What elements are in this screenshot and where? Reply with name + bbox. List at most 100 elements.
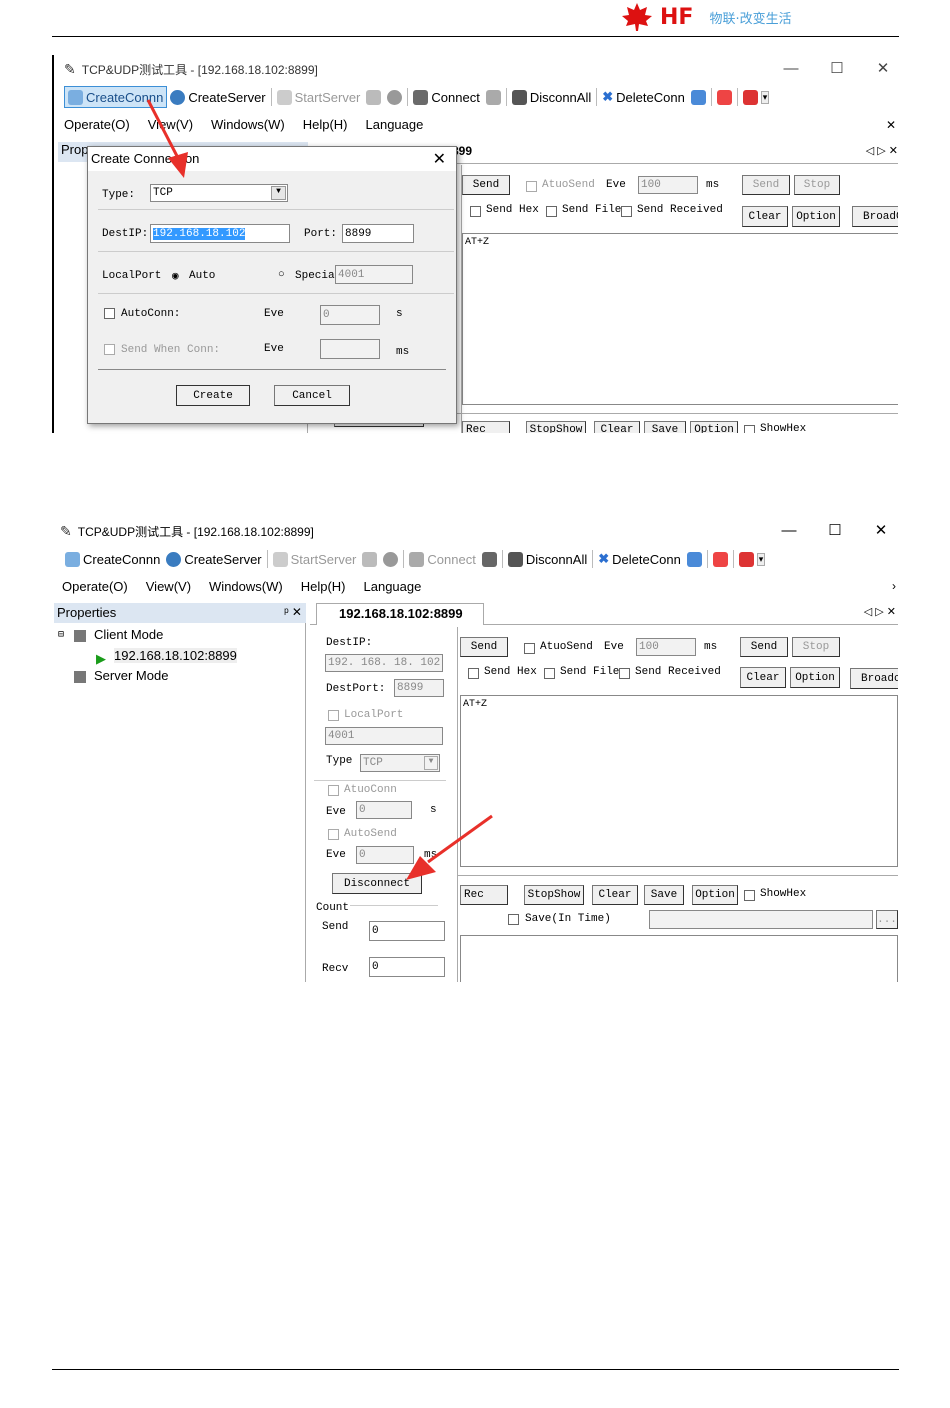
autoconn-eve-input[interactable]: 0 <box>320 305 380 325</box>
stop-server-icon[interactable] <box>366 89 382 105</box>
start-server-button[interactable]: StartServer <box>274 86 364 108</box>
clear-button[interactable]: Clear <box>742 206 788 227</box>
connect-button[interactable]: Connect <box>406 548 478 570</box>
save-button[interactable]: Save <box>644 885 684 905</box>
disconn-all-button[interactable]: DisconnAll <box>509 86 594 108</box>
close-button[interactable]: ✕ <box>860 55 898 83</box>
localport-input[interactable]: 4001 <box>325 727 443 745</box>
destip-input[interactable]: 192.168.18.102 <box>150 224 290 243</box>
stop-server-icon[interactable] <box>362 551 378 567</box>
settings-icon[interactable] <box>690 89 706 105</box>
delete-conn-button[interactable]: ✖ DeleteConn <box>595 548 684 570</box>
clear-rec-button[interactable]: Clear <box>592 885 638 905</box>
autosend-conn-checkbox[interactable] <box>328 829 339 840</box>
send-received-checkbox[interactable] <box>621 206 632 217</box>
power-icon[interactable] <box>712 551 728 567</box>
disconnect-icon[interactable] <box>485 89 501 105</box>
send-hex-checkbox[interactable] <box>468 668 479 679</box>
tab-connection[interactable]: 192.168.18.102:8899 <box>316 603 484 625</box>
exit-icon[interactable] <box>742 89 758 105</box>
auto-radio-icon[interactable]: ◉ <box>172 269 179 283</box>
stopshow-button[interactable]: StopShow <box>524 885 584 905</box>
browse-button[interactable]: ... <box>876 910 898 929</box>
overflow-chevron-icon[interactable]: ▾ <box>756 552 766 566</box>
port-input[interactable]: 8899 <box>342 224 414 243</box>
menu-language[interactable]: Language <box>364 579 422 594</box>
menu-more-icon[interactable]: › <box>892 579 896 593</box>
send-hex-checkbox[interactable] <box>470 206 481 217</box>
interval-input[interactable]: 100 <box>636 638 696 656</box>
minimize-button[interactable]: — <box>766 517 812 545</box>
broadcast-button[interactable]: BroadC <box>852 206 898 227</box>
send-textarea[interactable]: AT+Z <box>460 695 898 867</box>
send-auto-button[interactable]: Send <box>742 175 790 195</box>
collapse-icon[interactable]: ⊟ <box>58 629 64 641</box>
autoconn-checkbox[interactable] <box>104 308 115 319</box>
menu-help[interactable]: Help(H) <box>303 117 348 132</box>
cancel-button[interactable]: Cancel <box>274 385 350 406</box>
option-button[interactable]: Option <box>790 667 840 688</box>
maximize-button[interactable]: ☐ <box>812 517 858 545</box>
stopshow-button[interactable]: StopShow <box>526 421 586 433</box>
send-file-checkbox[interactable] <box>546 206 557 217</box>
clear-rec-button[interactable]: Clear <box>594 421 640 433</box>
send-auto-button[interactable]: Send <box>740 637 788 657</box>
create-conn-button[interactable]: CreateConnn <box>62 548 163 570</box>
broadcast-button[interactable]: Broadc <box>850 668 898 689</box>
close-button[interactable]: ✕ <box>858 517 898 545</box>
minimize-button[interactable]: — <box>768 55 814 83</box>
exit-icon[interactable] <box>738 551 754 567</box>
rec-button[interactable]: Rec <box>462 421 510 433</box>
send-textarea[interactable]: AT+Z <box>462 233 898 405</box>
settings-icon[interactable] <box>686 551 702 567</box>
send-file-checkbox[interactable] <box>544 668 555 679</box>
save-in-time-checkbox[interactable] <box>508 914 519 925</box>
send-button[interactable]: Send <box>460 637 508 657</box>
clear-button[interactable]: Clear <box>740 667 786 688</box>
type-select[interactable]: TCP ▼ <box>360 754 440 772</box>
dialog-close-icon[interactable]: ✕ <box>433 149 446 169</box>
special-port-input[interactable]: 4001 <box>335 265 413 284</box>
send-button[interactable]: Send <box>462 175 510 195</box>
tree-client-item[interactable]: 192.168.18.102:8899 <box>114 648 237 663</box>
autosend-checkbox[interactable] <box>526 181 537 192</box>
option-rec-button[interactable]: Option <box>690 421 738 433</box>
menu-operate[interactable]: Operate(O) <box>64 117 130 132</box>
tree-client-mode[interactable]: Client Mode <box>94 627 163 642</box>
save-button[interactable]: Save <box>644 421 686 433</box>
destip-input[interactable]: 192. 168. 18. 102 <box>325 654 443 672</box>
destport-input[interactable]: 8899 <box>394 679 444 697</box>
autosend-checkbox[interactable] <box>524 643 535 654</box>
tab-nav-icon[interactable]: ◁ ▷ ✕ <box>864 605 896 618</box>
overflow-chevron-icon[interactable]: ▾ <box>760 90 770 104</box>
menu-view[interactable]: View(V) <box>146 579 191 594</box>
send-when-conn-checkbox[interactable] <box>104 344 115 355</box>
connect-button[interactable]: Connect <box>410 86 482 108</box>
delete-conn-button[interactable]: ✖ DeleteConn <box>599 86 688 108</box>
option-button[interactable]: Option <box>792 206 840 227</box>
option-rec-button[interactable]: Option <box>692 885 738 905</box>
showhex-checkbox[interactable] <box>744 890 755 901</box>
menu-operate[interactable]: Operate(O) <box>62 579 128 594</box>
menu-close-icon[interactable]: ✕ <box>886 118 896 132</box>
create-button[interactable]: Create <box>176 385 250 406</box>
power-icon[interactable] <box>716 89 732 105</box>
stop-button[interactable]: Stop <box>794 175 840 195</box>
menu-language[interactable]: Language <box>366 117 424 132</box>
interval-input[interactable]: 100 <box>638 176 698 194</box>
disconnect-icon[interactable] <box>481 551 497 567</box>
tree-server-mode[interactable]: Server Mode <box>94 668 168 683</box>
send-when-conn-eve-input[interactable] <box>320 339 380 359</box>
menu-windows[interactable]: Windows(W) <box>211 117 285 132</box>
localport-checkbox[interactable] <box>328 710 339 721</box>
cancel-icon[interactable] <box>383 551 399 567</box>
send-received-checkbox[interactable] <box>619 668 630 679</box>
menu-help[interactable]: Help(H) <box>301 579 346 594</box>
pin-close-icon[interactable]: ᵖ ✕ <box>284 605 302 619</box>
disconn-all-button[interactable]: DisconnAll <box>505 548 590 570</box>
receive-textarea[interactable] <box>460 935 898 982</box>
stop-button[interactable]: Stop <box>792 637 840 657</box>
save-path-input[interactable] <box>649 910 873 929</box>
maximize-button[interactable]: ☐ <box>814 55 860 83</box>
tab-nav-icon[interactable]: ◁ ▷ ✕ <box>866 144 898 157</box>
